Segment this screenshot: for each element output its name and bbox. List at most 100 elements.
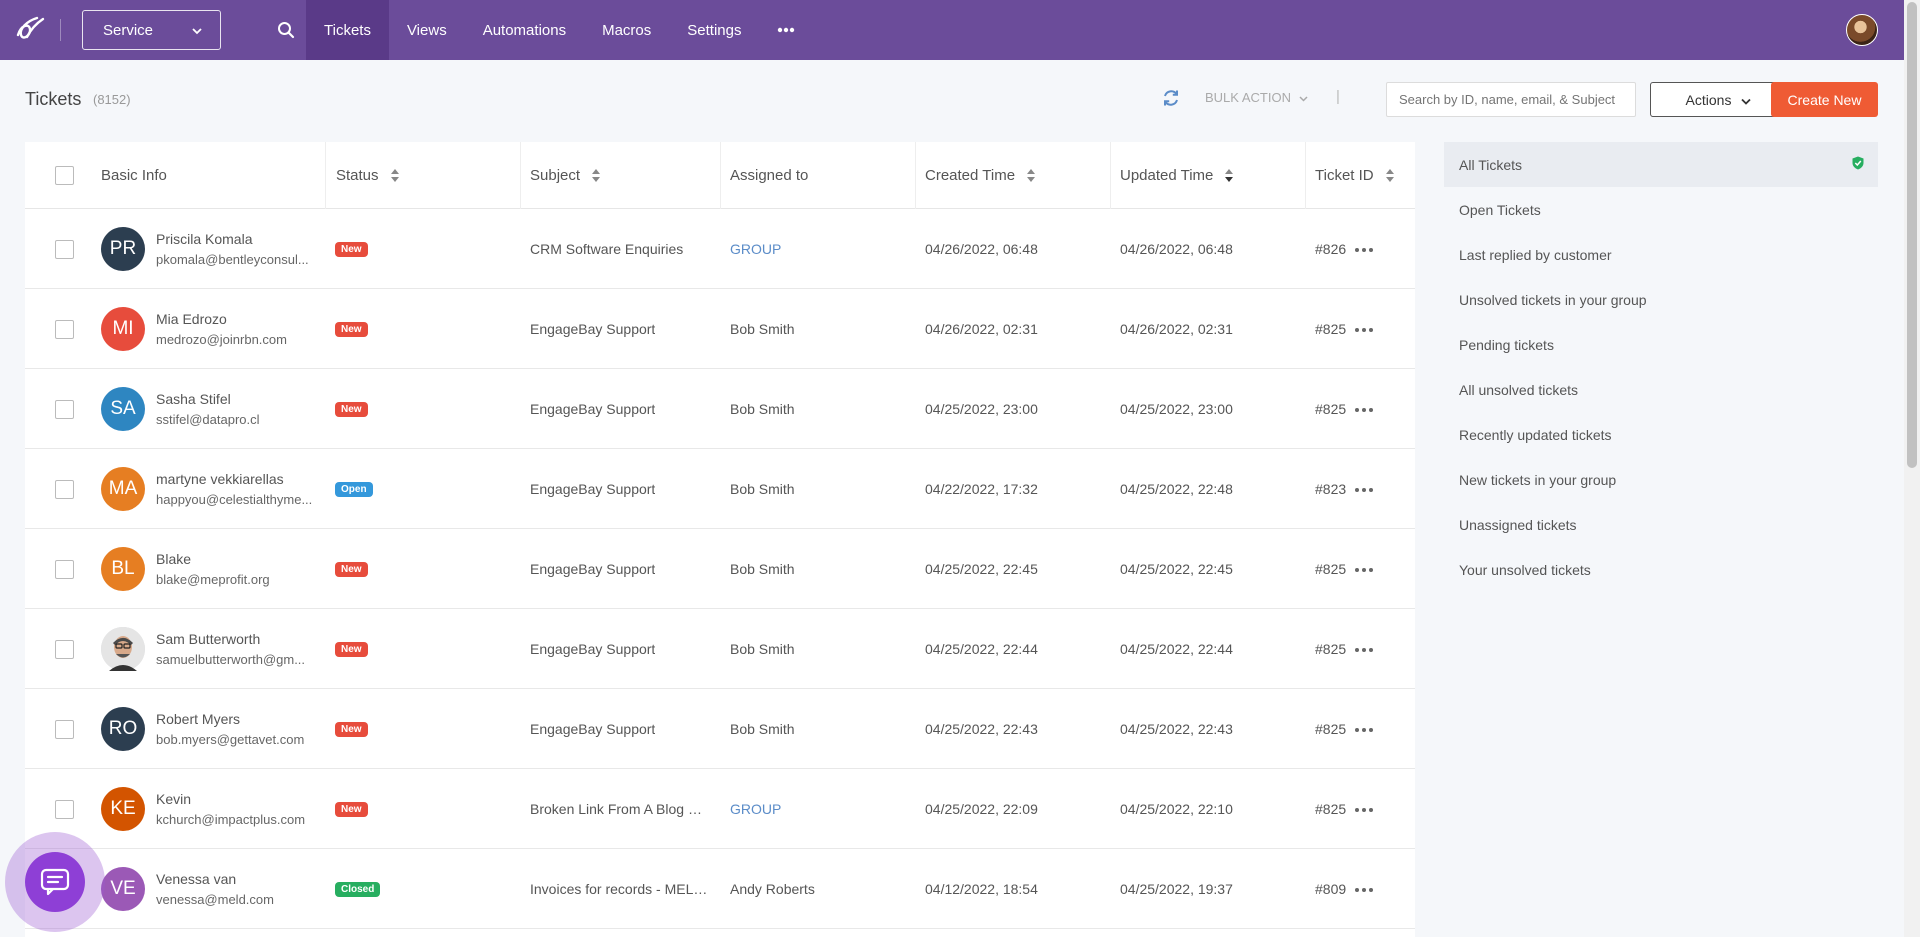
column-ticket-id[interactable]: Ticket ID: [1315, 142, 1394, 209]
subject-cell[interactable]: CRM Software Enquiries: [530, 209, 683, 289]
service-select[interactable]: Service: [82, 10, 221, 50]
ellipsis-icon[interactable]: [1355, 328, 1373, 332]
view-filter-item[interactable]: Open Tickets: [1444, 187, 1878, 232]
table-row[interactable]: MA martyne vekkiarellas happyou@celestia…: [25, 449, 1415, 529]
assignee[interactable]: GROUP: [730, 241, 781, 257]
ellipsis-icon[interactable]: [1355, 248, 1373, 252]
basic-info-cell[interactable]: BL Blake blake@meprofit.org: [101, 529, 316, 609]
subject-cell[interactable]: EngageBay Support: [530, 609, 655, 689]
view-filter-item[interactable]: Last replied by customer: [1444, 232, 1878, 277]
ticket-search-input[interactable]: [1386, 82, 1636, 117]
actions-button[interactable]: Actions: [1650, 82, 1787, 117]
row-checkbox[interactable]: [55, 609, 74, 689]
view-filter-item[interactable]: All unsolved tickets: [1444, 367, 1878, 412]
table-row[interactable]: MI Mia Edrozo medrozo@joinrbn.com New En…: [25, 289, 1415, 369]
tab-views[interactable]: Views: [389, 0, 465, 60]
subject-cell[interactable]: EngageBay Support: [530, 369, 655, 449]
column-created-time[interactable]: Created Time: [925, 142, 1036, 209]
column-subject[interactable]: Subject: [530, 142, 601, 209]
column-status[interactable]: Status: [336, 142, 399, 209]
view-filter-item[interactable]: Pending tickets: [1444, 322, 1878, 367]
tab-tickets[interactable]: Tickets: [306, 0, 389, 60]
basic-info-cell[interactable]: SA Sasha Stifel sstifel@datapro.cl: [101, 369, 316, 449]
ellipsis-icon[interactable]: [1355, 568, 1373, 572]
row-checkbox[interactable]: [55, 529, 74, 609]
table-row[interactable]: VE Venessa van venessa@meld.com Closed I…: [25, 849, 1415, 929]
sort-icon[interactable]: [592, 169, 601, 182]
more-icon[interactable]: [759, 0, 813, 60]
contact-name[interactable]: Venessa van: [156, 871, 316, 887]
ellipsis-icon[interactable]: [1355, 408, 1373, 412]
ellipsis-icon[interactable]: [1355, 888, 1373, 892]
user-avatar[interactable]: [1846, 14, 1878, 46]
table-row[interactable]: RO Robert Myers bob.myers@gettavet.com N…: [25, 689, 1415, 769]
tab-settings[interactable]: Settings: [669, 0, 759, 60]
ticket-subject[interactable]: EngageBay Support: [530, 721, 655, 737]
assigned-cell[interactable]: GROUP: [730, 769, 781, 849]
ticket-subject[interactable]: Invoices for records - MELD ...: [530, 881, 710, 897]
subject-cell[interactable]: EngageBay Support: [530, 529, 655, 609]
basic-info-cell[interactable]: MI Mia Edrozo medrozo@joinrbn.com: [101, 289, 316, 369]
chat-widget-button[interactable]: [5, 832, 105, 932]
bulk-action-dropdown[interactable]: BULK ACTION: [1205, 90, 1308, 105]
basic-info-cell[interactable]: Sam Butterworth samuelbutterworth@gm...: [101, 609, 316, 689]
ellipsis-icon[interactable]: [1355, 808, 1373, 812]
subject-cell[interactable]: EngageBay Support: [530, 449, 655, 529]
table-row[interactable]: KE Kevin kchurch@impactplus.com New Brok…: [25, 769, 1415, 849]
sort-icon[interactable]: [1225, 169, 1234, 182]
row-checkbox[interactable]: [55, 289, 74, 369]
search-icon[interactable]: [266, 0, 306, 60]
basic-info-cell[interactable]: VE Venessa van venessa@meld.com: [101, 849, 316, 929]
basic-info-cell[interactable]: RO Robert Myers bob.myers@gettavet.com: [101, 689, 316, 769]
column-updated-time[interactable]: Updated Time: [1120, 142, 1234, 209]
page-scrollbar[interactable]: [1904, 0, 1920, 937]
row-checkbox[interactable]: [55, 449, 74, 529]
view-filter-item[interactable]: Unsolved tickets in your group: [1444, 277, 1878, 322]
view-filter-item[interactable]: New tickets in your group: [1444, 457, 1878, 502]
table-row[interactable]: Sam Butterworth samuelbutterworth@gm... …: [25, 609, 1415, 689]
assigned-cell[interactable]: GROUP: [730, 209, 781, 289]
logo-icon[interactable]: [0, 0, 60, 60]
basic-info-cell[interactable]: KE Kevin kchurch@impactplus.com: [101, 769, 316, 849]
ellipsis-icon[interactable]: [1355, 488, 1373, 492]
sort-icon[interactable]: [1027, 169, 1036, 182]
row-checkbox[interactable]: [55, 369, 74, 449]
ticket-subject[interactable]: EngageBay Support: [530, 561, 655, 577]
table-row[interactable]: BL Blake blake@meprofit.org New EngageBa…: [25, 529, 1415, 609]
scrollbar-thumb[interactable]: [1907, 2, 1917, 468]
tab-automations[interactable]: Automations: [465, 0, 584, 60]
basic-info-cell[interactable]: MA martyne vekkiarellas happyou@celestia…: [101, 449, 316, 529]
contact-name[interactable]: Blake: [156, 551, 316, 567]
ticket-subject[interactable]: EngageBay Support: [530, 641, 655, 657]
table-row[interactable]: PR Priscila Komala pkomala@bentleyconsul…: [25, 209, 1415, 289]
chat-icon[interactable]: [25, 852, 85, 912]
ticket-subject[interactable]: CRM Software Enquiries: [530, 241, 683, 257]
ellipsis-icon[interactable]: [1355, 728, 1373, 732]
ellipsis-icon[interactable]: [1355, 648, 1373, 652]
ticket-subject[interactable]: EngageBay Support: [530, 321, 655, 337]
tab-macros[interactable]: Macros: [584, 0, 669, 60]
contact-name[interactable]: Mia Edrozo: [156, 311, 316, 327]
contact-name[interactable]: Sam Butterworth: [156, 631, 316, 647]
assignee[interactable]: GROUP: [730, 801, 781, 817]
view-filter-item[interactable]: Unassigned tickets: [1444, 502, 1878, 547]
row-checkbox[interactable]: [55, 689, 74, 769]
contact-name[interactable]: Priscila Komala: [156, 231, 316, 247]
view-filter-item[interactable]: All Tickets: [1444, 142, 1878, 187]
view-filter-item[interactable]: Your unsolved tickets: [1444, 547, 1878, 592]
table-row[interactable]: SA Sasha Stifel sstifel@datapro.cl New E…: [25, 369, 1415, 449]
basic-info-cell[interactable]: PR Priscila Komala pkomala@bentleyconsul…: [101, 209, 316, 289]
subject-cell[interactable]: Broken Link From A Blog Po...: [530, 769, 710, 849]
ticket-subject[interactable]: Broken Link From A Blog Po...: [530, 801, 710, 817]
sort-icon[interactable]: [1385, 169, 1394, 182]
refresh-icon[interactable]: [1160, 87, 1182, 109]
sort-icon[interactable]: [390, 169, 399, 182]
select-all-checkbox[interactable]: [55, 142, 74, 209]
subject-cell[interactable]: EngageBay Support: [530, 289, 655, 369]
contact-name[interactable]: Sasha Stifel: [156, 391, 316, 407]
subject-cell[interactable]: Invoices for records - MELD ...: [530, 849, 710, 929]
ticket-subject[interactable]: EngageBay Support: [530, 401, 655, 417]
row-checkbox[interactable]: [55, 209, 74, 289]
view-filter-item[interactable]: Recently updated tickets: [1444, 412, 1878, 457]
ticket-subject[interactable]: EngageBay Support: [530, 481, 655, 497]
